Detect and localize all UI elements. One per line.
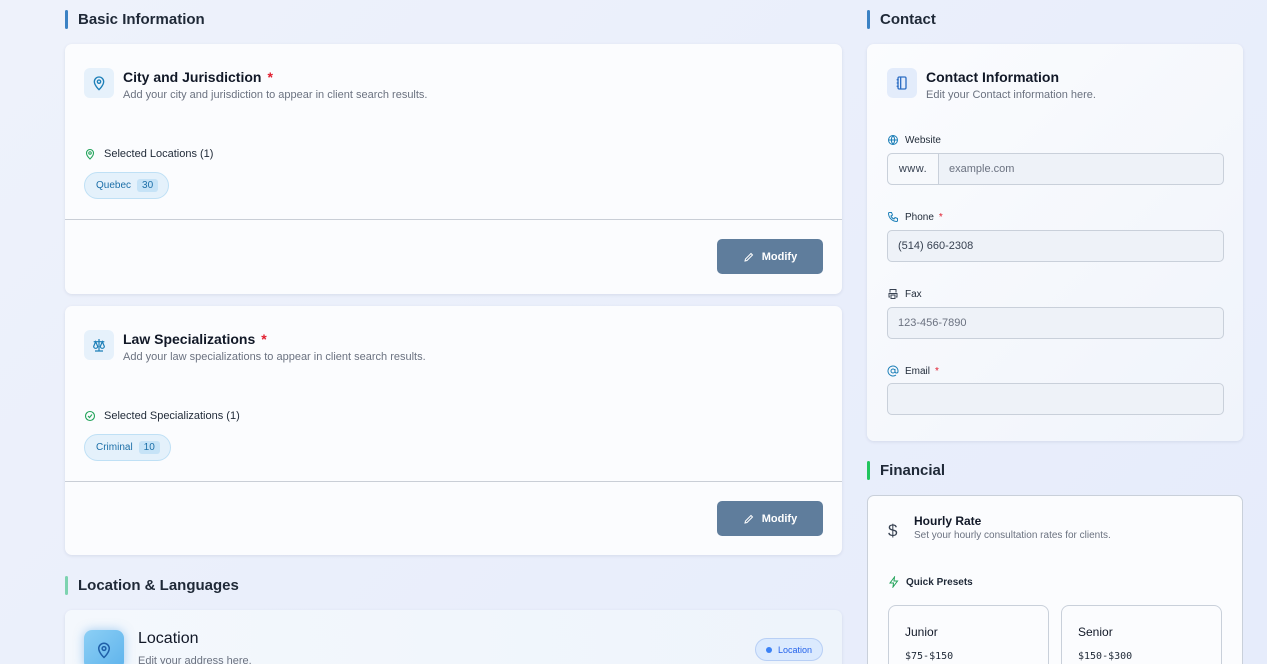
lightning-icon	[889, 576, 899, 588]
chip-count: 10	[138, 441, 160, 454]
location-languages-heading: Location & Languages	[65, 576, 239, 595]
contact-title: Contact	[880, 11, 936, 28]
email-input[interactable]	[887, 383, 1224, 415]
printer-icon	[888, 289, 898, 299]
required-mark: *	[261, 331, 267, 347]
pencil-icon	[744, 252, 753, 262]
website-input[interactable]: www. example.com	[887, 153, 1224, 185]
preset-range: $150-$300	[1078, 651, 1133, 662]
phone-label-text: Phone	[905, 211, 934, 223]
location-pin-icon	[84, 630, 124, 664]
badge-dot	[765, 646, 772, 653]
hourly-rate-subtitle: Set your hourly consultation rates for c…	[914, 530, 1111, 541]
location-card: Location Edit your address here. Locatio…	[65, 610, 842, 664]
specialization-chip[interactable]: Criminal 10	[84, 434, 171, 461]
modify-label: Modify	[761, 250, 798, 263]
card-divider	[65, 219, 842, 220]
heading-accent-bar	[867, 10, 870, 29]
scales-icon	[84, 330, 114, 360]
selected-specializations-label: Selected Specializations (1)	[84, 410, 240, 422]
address-book-icon	[887, 68, 917, 98]
website-label-text: Website	[905, 134, 941, 146]
phone-input[interactable]: (514) 660-2308	[887, 230, 1224, 262]
url-prefix: www.	[888, 154, 939, 184]
modify-specializations-button[interactable]: Modify	[717, 501, 823, 536]
required-mark: *	[938, 211, 943, 223]
city-card-subtitle: Add your city and jurisdiction to appear…	[123, 89, 428, 101]
selected-locations-text: Selected Locations (1)	[104, 148, 214, 160]
chip-label: Criminal	[96, 442, 133, 453]
email-label-text: Email	[905, 365, 931, 377]
preset-name: Senior	[1078, 625, 1113, 639]
preset-range: $75-$150	[905, 651, 954, 662]
hourly-rate-card: $ Hourly Rate Set your hourly consultati…	[867, 495, 1243, 664]
location-badge: Location	[754, 638, 823, 661]
preset-name: Junior	[905, 625, 938, 639]
website-label: Website	[887, 134, 941, 146]
city-card-header: City and Jurisdiction * Add your city and…	[84, 68, 428, 101]
phone-icon	[887, 212, 898, 223]
location-languages-title: Location & Languages	[78, 577, 239, 594]
heading-accent-bar	[867, 461, 870, 480]
dollar-icon: $	[888, 521, 898, 540]
selected-locations-label: Selected Locations (1)	[84, 148, 213, 160]
heading-accent-bar	[65, 10, 68, 29]
contact-card-header: Contact Information Edit your Contact in…	[887, 68, 1096, 101]
preset-senior[interactable]: Senior $150-$300	[1061, 605, 1222, 664]
quick-presets-label: Quick Presets	[888, 576, 973, 588]
modify-label: Modify	[761, 512, 798, 525]
contact-card: Contact Information Edit your Contact in…	[867, 44, 1243, 441]
hourly-rate-title: Hourly Rate	[914, 514, 982, 528]
law-card-title: Law Specializations *	[123, 331, 267, 347]
location-card-subtitle: Edit your address here.	[138, 655, 252, 664]
card-divider	[65, 481, 842, 482]
modify-locations-button[interactable]: Modify	[717, 239, 823, 274]
fax-input[interactable]: 123-456-7890	[887, 307, 1224, 339]
preset-junior[interactable]: Junior $75-$150	[888, 605, 1049, 664]
fax-label: Fax	[887, 288, 922, 300]
check-circle-icon	[84, 410, 96, 422]
at-sign-icon	[887, 365, 899, 377]
map-pin-small-icon	[85, 148, 95, 160]
quick-presets-text: Quick Presets	[906, 576, 973, 588]
map-pin-icon	[84, 68, 114, 98]
email-label: Email *	[887, 365, 939, 377]
location-card-title: Location	[138, 630, 199, 647]
financial-title: Financial	[880, 462, 946, 479]
badge-label: Location	[777, 644, 812, 655]
contact-card-subtitle: Edit your Contact information here.	[926, 89, 1096, 101]
location-chip[interactable]: Quebec 30	[84, 172, 170, 199]
city-jurisdiction-card: City and Jurisdiction * Add your city and…	[65, 44, 842, 294]
law-card-subtitle: Add your law specializations to appear i…	[123, 351, 426, 363]
website-placeholder: example.com	[949, 163, 1015, 175]
law-card-header: Law Specializations * Add your law specia…	[84, 330, 426, 363]
contact-heading: Contact	[867, 10, 936, 29]
selected-specializations-text: Selected Specializations (1)	[104, 410, 240, 422]
required-mark: *	[935, 365, 939, 377]
pencil-icon	[744, 514, 753, 524]
financial-heading: Financial	[867, 461, 945, 480]
contact-card-title: Contact Information	[926, 69, 1059, 85]
basic-info-heading: Basic Information	[65, 10, 205, 29]
heading-accent-bar	[65, 576, 68, 595]
city-card-title: City and Jurisdiction *	[123, 69, 273, 85]
basic-info-title: Basic Information	[78, 11, 205, 28]
chip-count: 30	[137, 179, 159, 192]
required-mark: *	[267, 69, 273, 85]
fax-label-text: Fax	[905, 288, 922, 300]
law-specializations-card: Law Specializations * Add your law specia…	[65, 306, 842, 555]
globe-icon	[888, 135, 898, 145]
phone-label: Phone *	[887, 211, 943, 223]
chip-label: Quebec	[96, 180, 132, 191]
